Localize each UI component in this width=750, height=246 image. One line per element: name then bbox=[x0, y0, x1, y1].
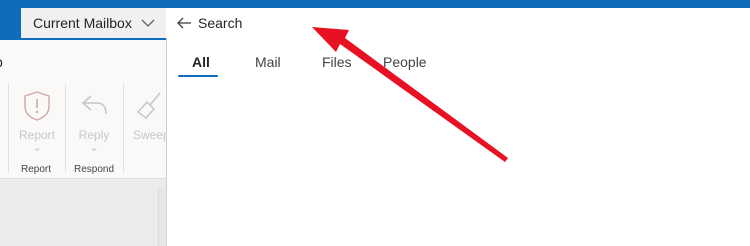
reply-button[interactable]: Reply ⌄ bbox=[66, 90, 122, 154]
search-input[interactable]: Search bbox=[166, 8, 750, 38]
tab-mail[interactable]: Mail bbox=[255, 54, 281, 70]
broom-icon bbox=[136, 92, 161, 119]
message-list-area bbox=[0, 179, 166, 246]
dropdown-indicator-icon: ⌄ bbox=[31, 140, 43, 154]
active-tab-indicator bbox=[178, 75, 218, 77]
ribbon: p Report ⌄ Reply ⌄ Sweep Report Respond bbox=[0, 40, 170, 179]
ribbon-tab-truncated[interactable]: p bbox=[0, 54, 3, 70]
group-label-respond: Respond bbox=[73, 164, 115, 175]
ribbon-divider bbox=[123, 84, 124, 172]
report-button[interactable]: Report ⌄ bbox=[9, 90, 65, 154]
search-placeholder: Search bbox=[198, 15, 243, 31]
tab-people[interactable]: People bbox=[383, 54, 427, 70]
search-suggestions-panel: All Mail Files People bbox=[166, 38, 750, 246]
scope-label: Current Mailbox bbox=[33, 15, 132, 31]
search-scope-tabs: All Mail Files People bbox=[167, 38, 750, 78]
back-arrow-icon[interactable] bbox=[176, 16, 192, 30]
mailbox-scope-dropdown[interactable]: Current Mailbox bbox=[21, 8, 166, 38]
dropdown-indicator-icon: ⌄ bbox=[88, 140, 100, 154]
pane-splitter[interactable] bbox=[158, 189, 165, 246]
sweep-button-label: Sweep bbox=[133, 128, 170, 142]
group-label-report: Report bbox=[20, 164, 51, 175]
reply-icon bbox=[81, 95, 107, 115]
tab-all[interactable]: All bbox=[192, 54, 210, 70]
chevron-down-icon bbox=[141, 19, 155, 27]
tab-files[interactable]: Files bbox=[322, 54, 352, 70]
shield-warning-icon bbox=[24, 91, 50, 121]
